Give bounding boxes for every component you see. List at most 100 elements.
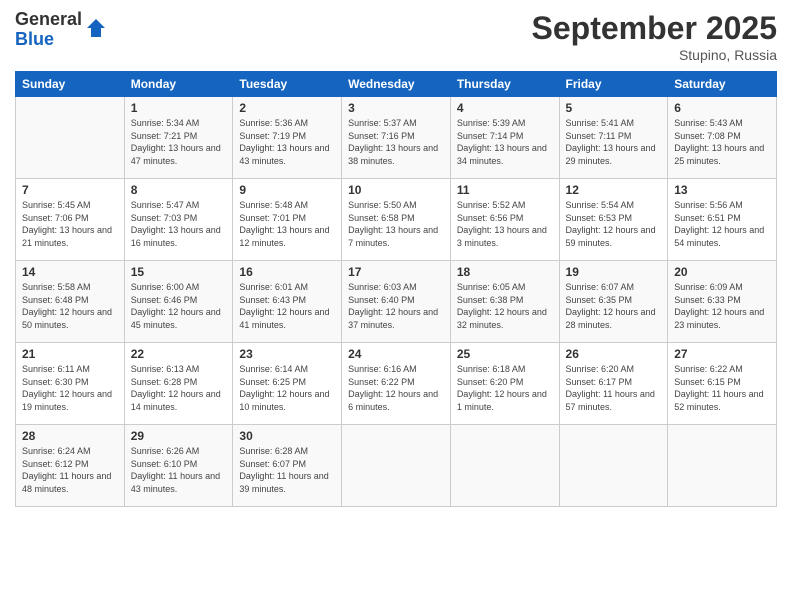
day-number: 14	[22, 265, 118, 279]
day-info: Sunrise: 6:09 AMSunset: 6:33 PMDaylight:…	[674, 281, 770, 331]
day-cell: 21 Sunrise: 6:11 AMSunset: 6:30 PMDayligh…	[16, 343, 125, 425]
day-cell: 9Sunrise: 5:48 AMSunset: 7:01 PMDaylight…	[233, 179, 342, 261]
day-cell: 29 Sunrise: 6:26 AMSunset: 6:10 PMDayligh…	[124, 425, 233, 507]
day-info: Sunrise: 6:16 AMSunset: 6:22 PMDaylight:…	[348, 363, 444, 413]
day-header-saturday: Saturday	[668, 72, 777, 97]
logo-icon	[85, 17, 107, 39]
day-number: 23	[239, 347, 335, 361]
day-number: 13	[674, 183, 770, 197]
calendar-container: General Blue September 2025 Stupino, Rus…	[0, 0, 792, 612]
day-header-tuesday: Tuesday	[233, 72, 342, 97]
day-cell: 15Sunrise: 6:00 AMSunset: 6:46 PMDayligh…	[124, 261, 233, 343]
day-cell	[16, 97, 125, 179]
day-cell: 30Sunrise: 6:28 AMSunset: 6:07 PMDayligh…	[233, 425, 342, 507]
day-number: 12	[566, 183, 662, 197]
day-info: Sunrise: 5:47 AMSunset: 7:03 PMDaylight:…	[131, 199, 227, 249]
day-number: 7	[22, 183, 118, 197]
day-cell: 17Sunrise: 6:03 AMSunset: 6:40 PMDayligh…	[342, 261, 451, 343]
day-number: 22	[131, 347, 227, 361]
day-cell	[450, 425, 559, 507]
day-header-sunday: Sunday	[16, 72, 125, 97]
day-info: Sunrise: 5:43 AMSunset: 7:08 PMDaylight:…	[674, 117, 770, 167]
day-number: 10	[348, 183, 444, 197]
day-info: Sunrise: 5:34 AMSunset: 7:21 PMDaylight:…	[131, 117, 227, 167]
day-cell: 19 Sunrise: 6:07 AMSunset: 6:35 PMDayligh…	[559, 261, 668, 343]
day-number: 5	[566, 101, 662, 115]
day-info: Sunrise: 5:41 AMSunset: 7:11 PMDaylight:…	[566, 117, 662, 167]
day-number: 18	[457, 265, 553, 279]
month-title: September 2025	[532, 10, 777, 47]
day-cell: 25 Sunrise: 6:18 AMSunset: 6:20 PMDayligh…	[450, 343, 559, 425]
day-number: 1	[131, 101, 227, 115]
day-cell: 24 Sunrise: 6:16 AMSunset: 6:22 PMDayligh…	[342, 343, 451, 425]
day-cell: 7Sunrise: 5:45 AMSunset: 7:06 PMDaylight…	[16, 179, 125, 261]
day-cell	[559, 425, 668, 507]
day-header-thursday: Thursday	[450, 72, 559, 97]
day-number: 20	[674, 265, 770, 279]
week-row-1: 1 Sunrise: 5:34 AMSunset: 7:21 PMDaylight…	[16, 97, 777, 179]
day-cell: 20 Sunrise: 6:09 AMSunset: 6:33 PMDayligh…	[668, 261, 777, 343]
day-header-monday: Monday	[124, 72, 233, 97]
day-number: 24	[348, 347, 444, 361]
day-number: 29	[131, 429, 227, 443]
day-cell: 22 Sunrise: 6:13 AMSunset: 6:28 PMDayligh…	[124, 343, 233, 425]
day-number: 25	[457, 347, 553, 361]
day-cell: 23 Sunrise: 6:14 AMSunset: 6:25 PMDayligh…	[233, 343, 342, 425]
logo-blue: Blue	[15, 30, 82, 50]
day-number: 21	[22, 347, 118, 361]
location: Stupino, Russia	[532, 47, 777, 63]
day-cell: 10Sunrise: 5:50 AMSunset: 6:58 PMDayligh…	[342, 179, 451, 261]
day-cell: 6 Sunrise: 5:43 AMSunset: 7:08 PMDaylight…	[668, 97, 777, 179]
day-cell: 11Sunrise: 5:52 AMSunset: 6:56 PMDayligh…	[450, 179, 559, 261]
day-number: 2	[239, 101, 335, 115]
day-info: Sunrise: 6:13 AMSunset: 6:28 PMDaylight:…	[131, 363, 227, 413]
day-info: Sunrise: 5:54 AMSunset: 6:53 PMDaylight:…	[566, 199, 662, 249]
calendar-table: SundayMondayTuesdayWednesdayThursdayFrid…	[15, 71, 777, 507]
day-cell: 12 Sunrise: 5:54 AMSunset: 6:53 PMDayligh…	[559, 179, 668, 261]
day-number: 27	[674, 347, 770, 361]
day-info: Sunrise: 6:07 AMSunset: 6:35 PMDaylight:…	[566, 281, 662, 331]
day-info: Sunrise: 6:03 AMSunset: 6:40 PMDaylight:…	[348, 281, 444, 331]
week-row-2: 7Sunrise: 5:45 AMSunset: 7:06 PMDaylight…	[16, 179, 777, 261]
day-number: 3	[348, 101, 444, 115]
day-number: 6	[674, 101, 770, 115]
day-info: Sunrise: 6:26 AMSunset: 6:10 PMDaylight:…	[131, 445, 227, 495]
day-info: Sunrise: 6:18 AMSunset: 6:20 PMDaylight:…	[457, 363, 553, 413]
day-cell: 1 Sunrise: 5:34 AMSunset: 7:21 PMDaylight…	[124, 97, 233, 179]
day-cell: 27Sunrise: 6:22 AMSunset: 6:15 PMDayligh…	[668, 343, 777, 425]
day-info: Sunrise: 5:37 AMSunset: 7:16 PMDaylight:…	[348, 117, 444, 167]
logo: General Blue	[15, 10, 107, 50]
day-cell: 13Sunrise: 5:56 AMSunset: 6:51 PMDayligh…	[668, 179, 777, 261]
header-row: SundayMondayTuesdayWednesdayThursdayFrid…	[16, 72, 777, 97]
day-cell: 18 Sunrise: 6:05 AMSunset: 6:38 PMDayligh…	[450, 261, 559, 343]
day-info: Sunrise: 5:52 AMSunset: 6:56 PMDaylight:…	[457, 199, 553, 249]
day-cell: 14 Sunrise: 5:58 AMSunset: 6:48 PMDayligh…	[16, 261, 125, 343]
day-cell: 3 Sunrise: 5:37 AMSunset: 7:16 PMDaylight…	[342, 97, 451, 179]
day-info: Sunrise: 6:14 AMSunset: 6:25 PMDaylight:…	[239, 363, 335, 413]
day-cell: 28 Sunrise: 6:24 AMSunset: 6:12 PMDayligh…	[16, 425, 125, 507]
day-cell: 2Sunrise: 5:36 AMSunset: 7:19 PMDaylight…	[233, 97, 342, 179]
day-number: 26	[566, 347, 662, 361]
week-row-5: 28 Sunrise: 6:24 AMSunset: 6:12 PMDayligh…	[16, 425, 777, 507]
day-cell: 8 Sunrise: 5:47 AMSunset: 7:03 PMDaylight…	[124, 179, 233, 261]
day-info: Sunrise: 6:24 AMSunset: 6:12 PMDaylight:…	[22, 445, 118, 495]
week-row-4: 21 Sunrise: 6:11 AMSunset: 6:30 PMDayligh…	[16, 343, 777, 425]
day-header-wednesday: Wednesday	[342, 72, 451, 97]
day-info: Sunrise: 6:28 AMSunset: 6:07 PMDaylight:…	[239, 445, 335, 495]
day-info: Sunrise: 5:58 AMSunset: 6:48 PMDaylight:…	[22, 281, 118, 331]
day-number: 9	[239, 183, 335, 197]
day-info: Sunrise: 6:20 AMSunset: 6:17 PMDaylight:…	[566, 363, 662, 413]
day-header-friday: Friday	[559, 72, 668, 97]
day-number: 8	[131, 183, 227, 197]
day-cell	[668, 425, 777, 507]
day-number: 28	[22, 429, 118, 443]
day-info: Sunrise: 6:11 AMSunset: 6:30 PMDaylight:…	[22, 363, 118, 413]
day-info: Sunrise: 6:00 AMSunset: 6:46 PMDaylight:…	[131, 281, 227, 331]
day-cell: 26 Sunrise: 6:20 AMSunset: 6:17 PMDayligh…	[559, 343, 668, 425]
day-number: 19	[566, 265, 662, 279]
title-block: September 2025 Stupino, Russia	[532, 10, 777, 63]
day-info: Sunrise: 6:05 AMSunset: 6:38 PMDaylight:…	[457, 281, 553, 331]
day-number: 16	[239, 265, 335, 279]
week-row-3: 14 Sunrise: 5:58 AMSunset: 6:48 PMDayligh…	[16, 261, 777, 343]
day-number: 4	[457, 101, 553, 115]
